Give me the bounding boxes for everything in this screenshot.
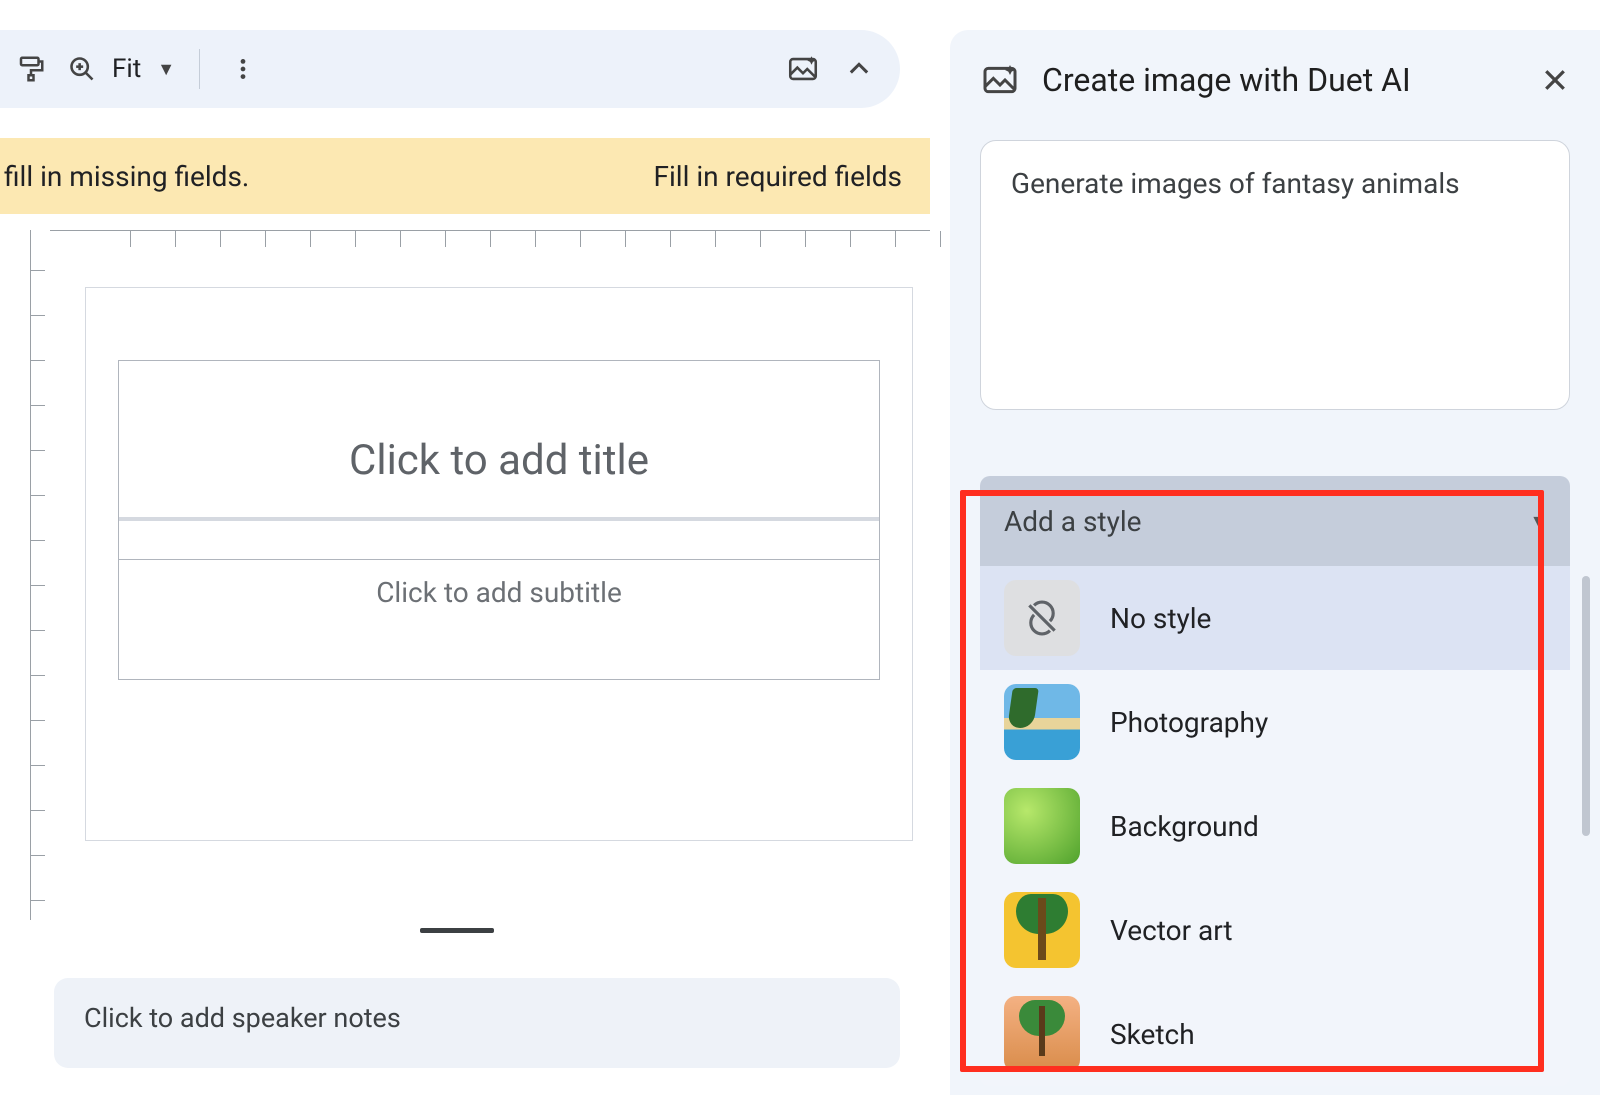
title-text: Click to add title — [349, 436, 649, 485]
more-options-button[interactable] — [224, 50, 262, 88]
duet-image-button[interactable] — [784, 50, 822, 88]
sketch-thumb-icon — [1004, 996, 1080, 1072]
style-options-list: No style Photography Background Vector a… — [980, 566, 1570, 1086]
chevron-up-icon — [845, 55, 873, 83]
style-option-sketch[interactable]: Sketch — [980, 982, 1570, 1086]
scrollbar[interactable] — [1582, 576, 1590, 836]
subtitle-text: Click to add subtitle — [376, 576, 622, 609]
style-option-label: Vector art — [1110, 914, 1233, 947]
title-underline — [119, 517, 879, 521]
prompt-text: Generate images of fantasy animals — [1011, 167, 1460, 200]
subtitle-placeholder[interactable]: Click to add subtitle — [118, 560, 880, 680]
background-thumb-icon — [1004, 788, 1080, 864]
slide-canvas[interactable]: Click to add title Click to add subtitle — [86, 288, 912, 840]
style-option-no-style[interactable]: No style — [980, 566, 1570, 670]
more-vertical-icon — [230, 56, 256, 82]
vector-art-thumb-icon — [1004, 892, 1080, 968]
style-option-background[interactable]: Background — [980, 774, 1570, 878]
chevron-down-icon: ▼ — [157, 59, 175, 80]
style-option-label: Sketch — [1110, 1018, 1195, 1051]
collapse-button[interactable] — [840, 50, 878, 88]
side-panel-header: Create image with Duet AI — [980, 60, 1570, 100]
paint-format-button[interactable] — [12, 50, 50, 88]
banner-left-text: fill in missing fields. — [4, 160, 249, 193]
style-option-label: Background — [1110, 810, 1259, 843]
separator — [199, 49, 200, 89]
style-header-label: Add a style — [1004, 505, 1141, 538]
speaker-notes-area[interactable]: Click to add speaker notes — [54, 978, 900, 1068]
duet-side-panel: Create image with Duet AI Generate image… — [950, 30, 1600, 1095]
side-panel-title: Create image with Duet AI — [1042, 61, 1518, 99]
close-panel-button[interactable] — [1540, 65, 1570, 95]
title-placeholder[interactable]: Click to add title — [118, 360, 880, 560]
speaker-notes-resize-handle[interactable] — [420, 928, 494, 933]
style-option-label: No style — [1110, 602, 1211, 635]
required-fields-banner: fill in missing fields. Fill in required… — [0, 138, 930, 214]
style-option-vector-art[interactable]: Vector art — [980, 878, 1570, 982]
close-icon — [1540, 65, 1570, 95]
zoom-in-icon — [68, 55, 96, 83]
banner-right-link[interactable]: Fill in required fields — [653, 160, 902, 193]
paint-roller-icon — [16, 54, 46, 84]
style-dropdown-header[interactable]: Add a style ▼ — [980, 476, 1570, 566]
horizontal-ruler — [50, 230, 930, 270]
image-sparkle-icon — [786, 52, 820, 86]
image-sparkle-icon — [980, 60, 1020, 100]
chevron-down-icon: ▼ — [1530, 511, 1546, 531]
speaker-notes-text: Click to add speaker notes — [84, 1002, 401, 1034]
prompt-input[interactable]: Generate images of fantasy animals — [980, 140, 1570, 410]
zoom-dropdown[interactable]: Fit ▼ — [68, 54, 175, 84]
photography-thumb-icon — [1004, 684, 1080, 760]
toolbar: Fit ▼ — [0, 30, 900, 108]
no-style-icon — [1004, 580, 1080, 656]
vertical-ruler — [30, 230, 50, 920]
style-option-photography[interactable]: Photography — [980, 670, 1570, 774]
zoom-level-label: Fit — [112, 54, 141, 84]
style-option-label: Photography — [1110, 706, 1268, 739]
